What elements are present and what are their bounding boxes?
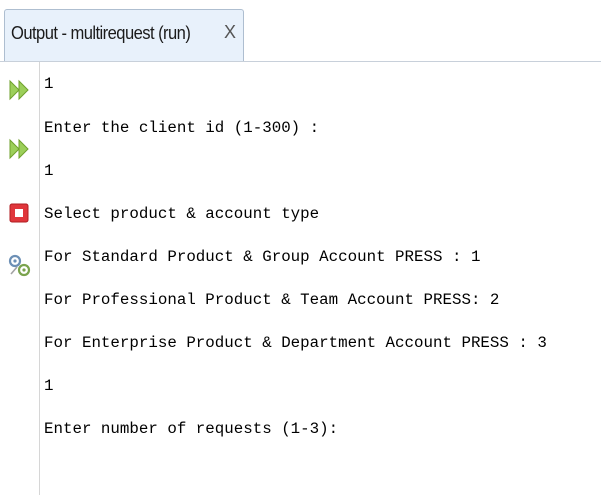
console-line: Enter the client id (1-300) : [44, 119, 320, 137]
stop-icon[interactable] [7, 201, 33, 227]
rerun-with-options-icon[interactable] [7, 136, 33, 162]
close-icon[interactable]: X [224, 22, 236, 43]
console-line: Select product & account type [44, 205, 320, 223]
console-line: 1 [44, 377, 54, 395]
console-output[interactable]: 1 Enter the client id (1-300) : 1 Select… [44, 62, 594, 495]
gutter-divider [39, 62, 40, 495]
console-line: For Standard Product & Group Account PRE… [44, 248, 481, 266]
console-line: 1 [44, 75, 54, 93]
settings-icon[interactable] [7, 252, 33, 278]
console-line: For Enterprise Product & Department Acco… [44, 334, 547, 352]
tab-bar: Output - multirequest (run) X [0, 0, 601, 62]
console-line: Enter number of requests (1-3): [44, 420, 339, 438]
console-toolbar [0, 62, 40, 495]
rerun-icon[interactable] [7, 77, 33, 103]
tab-title: Output - multirequest (run) [11, 23, 191, 43]
tab-output[interactable]: Output - multirequest (run) X [4, 9, 244, 62]
console-line: 1 [44, 162, 54, 180]
output-window: Output - multirequest (run) X 1 Enter th… [0, 0, 601, 495]
console-line: For Professional Product & Team Account … [44, 291, 500, 309]
